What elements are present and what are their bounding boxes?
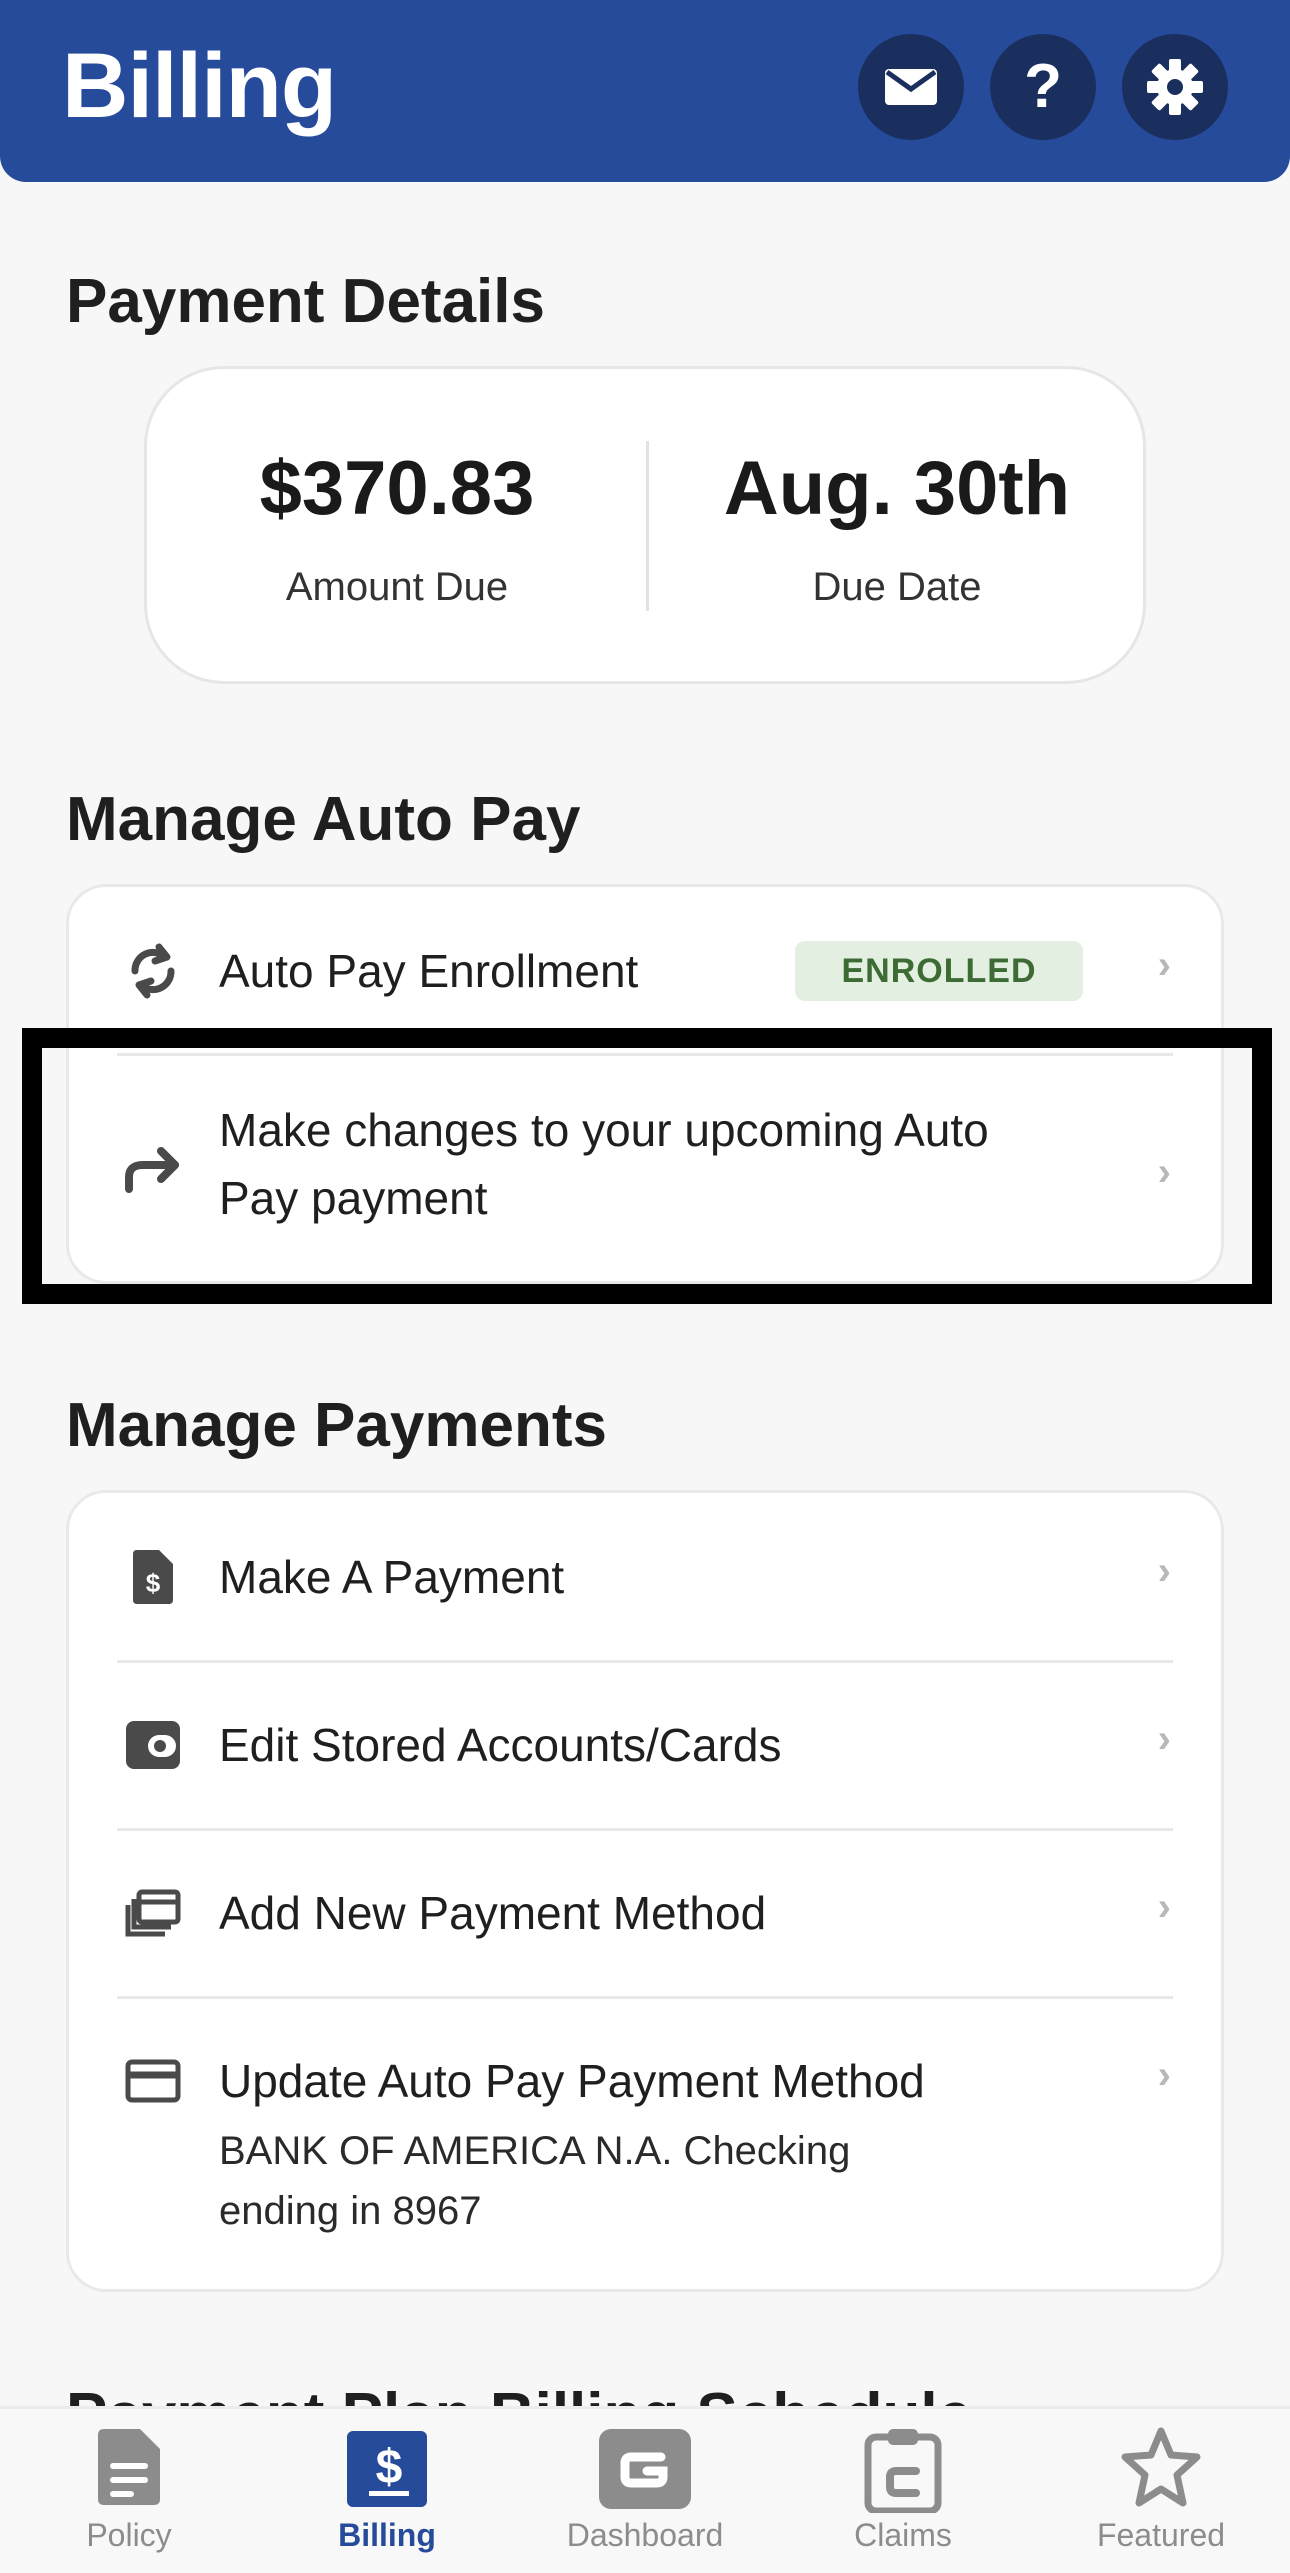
- claims-icon: [864, 2427, 942, 2518]
- settings-button[interactable]: [1122, 34, 1228, 140]
- make-payment-label: Make A Payment: [219, 1551, 565, 1603]
- nav-claims[interactable]: Claims: [774, 2409, 1032, 2573]
- bottom-navigation: Policy $ Billing Dashboard Claims Featur…: [0, 2406, 1290, 2573]
- credit-card-icon: [121, 2049, 185, 2113]
- due-date-block: Aug. 30th Due Date: [647, 369, 1147, 681]
- chevron-right-icon: ›: [1157, 943, 1171, 987]
- help-icon: ?: [1024, 52, 1062, 121]
- edit-stored-accounts-label: Edit Stored Accounts/Cards: [219, 1719, 782, 1771]
- help-button[interactable]: ?: [990, 34, 1096, 140]
- amount-due-label: Amount Due: [285, 565, 509, 609]
- nav-featured-label: Featured: [1096, 2517, 1226, 2553]
- manage-payments-heading: Manage Payments: [66, 1391, 607, 1460]
- chevron-right-icon: ›: [1157, 1549, 1171, 1593]
- payment-details-heading: Payment Details: [66, 267, 545, 336]
- auto-pay-changes-row[interactable]: Make changes to your upcoming Auto Pay p…: [69, 1056, 1221, 1281]
- nav-featured[interactable]: Featured: [1032, 2409, 1290, 2573]
- nav-policy[interactable]: Policy: [0, 2409, 258, 2573]
- chevron-right-icon: ›: [1157, 1150, 1171, 1194]
- enrolled-status-badge: ENROLLED: [795, 941, 1083, 1001]
- due-date-value: Aug. 30th: [723, 446, 1071, 531]
- auto-pay-changes-label-line1: Make changes to your upcoming Auto: [219, 1104, 989, 1156]
- nav-billing[interactable]: $ Billing: [258, 2409, 516, 2573]
- payment-summary-card: $370.83 Amount Due Aug. 30th Due Date: [144, 366, 1146, 684]
- app-header: Billing ?: [0, 0, 1290, 182]
- manage-auto-pay-heading: Manage Auto Pay: [66, 785, 581, 854]
- policy-icon: [96, 2427, 162, 2512]
- payments-card: $ Make A Payment › Edit Stored Accounts/…: [66, 1490, 1224, 2292]
- auto-pay-card: Auto Pay Enrollment ENROLLED › Make chan…: [66, 884, 1224, 1284]
- chevron-right-icon: ›: [1157, 2053, 1171, 2097]
- billing-icon: $: [345, 2427, 429, 2516]
- edit-stored-accounts-row[interactable]: Edit Stored Accounts/Cards ›: [69, 1663, 1221, 1828]
- bank-account-line2: ending in 8967: [219, 2189, 482, 2233]
- forward-arrow-icon: [121, 1136, 185, 1200]
- make-payment-row[interactable]: $ Make A Payment ›: [69, 1493, 1221, 1661]
- messages-button[interactable]: [858, 34, 964, 140]
- nav-policy-label: Policy: [86, 2517, 172, 2553]
- featured-star-icon: [1119, 2427, 1203, 2514]
- nav-dashboard[interactable]: Dashboard: [516, 2409, 774, 2573]
- add-card-stack-icon: [121, 1881, 185, 1945]
- dollar-document-icon: $: [121, 1545, 185, 1609]
- due-date-label: Due Date: [812, 565, 982, 609]
- svg-text:$: $: [376, 2441, 403, 2494]
- wallet-icon: [121, 1713, 185, 1777]
- page-title: Billing: [62, 35, 337, 137]
- auto-pay-enrollment-label: Auto Pay Enrollment: [219, 945, 639, 997]
- refresh-icon: [121, 939, 185, 1003]
- add-payment-method-row[interactable]: Add New Payment Method ›: [69, 1831, 1221, 1996]
- svg-text:$: $: [146, 1568, 161, 1598]
- nav-billing-label: Billing: [338, 2517, 436, 2553]
- bank-account-line1: BANK OF AMERICA N.A. Checking: [219, 2129, 851, 2173]
- nav-dashboard-label: Dashboard: [566, 2517, 724, 2553]
- auto-pay-enrollment-row[interactable]: Auto Pay Enrollment ENROLLED ›: [69, 887, 1221, 1053]
- auto-pay-changes-label-line2: Pay payment: [219, 1172, 488, 1224]
- settings-icon: [1146, 58, 1204, 116]
- mail-icon: [883, 67, 939, 107]
- chevron-right-icon: ›: [1157, 1885, 1171, 1929]
- chevron-right-icon: ›: [1157, 1717, 1171, 1761]
- update-auto-pay-method-row[interactable]: Update Auto Pay Payment Method BANK OF A…: [69, 1999, 1221, 2289]
- nav-claims-label: Claims: [854, 2517, 952, 2553]
- add-payment-method-label: Add New Payment Method: [219, 1887, 767, 1939]
- amount-due-block: $370.83 Amount Due: [147, 369, 647, 681]
- dashboard-icon: [597, 2427, 693, 2516]
- update-auto-pay-method-label: Update Auto Pay Payment Method: [219, 2055, 925, 2107]
- amount-due-value: $370.83: [259, 446, 535, 531]
